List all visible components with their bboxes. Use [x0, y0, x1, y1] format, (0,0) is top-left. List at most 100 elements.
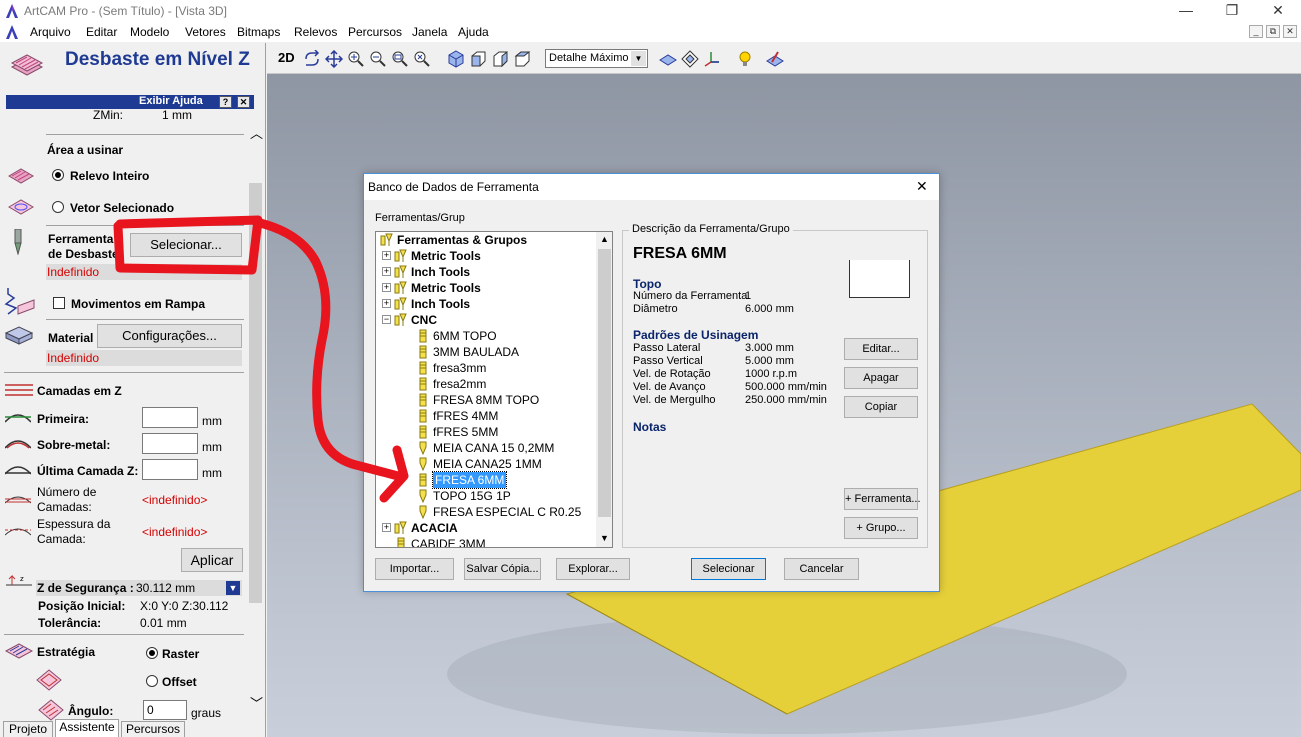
tree-row[interactable]: FRESA 6MM [376, 471, 596, 489]
select-tool-button[interactable]: Selecionar... [130, 233, 242, 257]
menu-modelo[interactable]: Modelo [130, 25, 169, 39]
tab-assistente[interactable]: Assistente [55, 719, 119, 737]
copy-tool-button[interactable]: Copiar [844, 396, 918, 418]
ramp-label[interactable]: Movimentos em Rampa [71, 297, 205, 311]
tree-scroll-down-icon[interactable]: ▼ [600, 533, 609, 543]
zoom-fit-icon[interactable] [413, 50, 431, 68]
mdi-restore-button[interactable]: ⧉ [1266, 25, 1280, 38]
tree-row[interactable]: FRESA 8MM TOPO [376, 392, 596, 408]
mdi-close-button[interactable]: ✕ [1283, 25, 1297, 38]
menu-percursos[interactable]: Percursos [348, 25, 402, 39]
material-settings-button[interactable]: Configurações... [97, 324, 242, 348]
strategy-offset-radio[interactable] [146, 675, 158, 687]
first-layer-input[interactable] [142, 407, 198, 428]
tree-row[interactable]: + Metric Tools [376, 248, 596, 264]
last-layer-input[interactable] [142, 459, 198, 480]
tree-row[interactable]: Ferramentas & Grupos [376, 232, 596, 248]
tree-row[interactable]: FRESA ESPECIAL C R0.25 [376, 504, 596, 520]
tree-row[interactable]: MEIA CANA 15 0,2MM [376, 440, 596, 456]
tree-row[interactable]: fFRES 5MM [376, 424, 596, 440]
edit-tool-button[interactable]: Editar... [844, 338, 918, 360]
menu-janela[interactable]: Janela [412, 25, 447, 39]
tree-row[interactable]: + ACACIA [376, 520, 596, 536]
menu-relevos[interactable]: Relevos [294, 25, 337, 39]
expand-icon[interactable]: + [382, 523, 391, 532]
view-2d-button[interactable]: 2D [278, 50, 295, 65]
panel-scrollbar[interactable]: ︿ ﹀ [247, 123, 264, 723]
tree-scroll-thumb[interactable] [598, 249, 611, 517]
zoom-out-icon[interactable] [369, 50, 387, 68]
expand-safe-z-icon[interactable]: ▼ [226, 581, 240, 595]
add-tool-button[interactable]: + Ferramenta... [844, 488, 921, 510]
area-whole-relief-radio[interactable] [52, 169, 64, 181]
iso-view-icon[interactable] [447, 50, 465, 68]
tree-row[interactable]: fresa3mm [376, 360, 596, 376]
tree-row[interactable]: + Metric Tools [376, 280, 596, 296]
expand-icon[interactable]: + [382, 299, 391, 308]
material-shade-icon[interactable] [766, 50, 784, 68]
wireframe-icon[interactable] [681, 50, 699, 68]
tree-row[interactable]: + Inch Tools [376, 264, 596, 280]
tab-projeto[interactable]: Projeto [3, 721, 53, 737]
zoom-window-icon[interactable] [391, 50, 409, 68]
strategy-raster-label[interactable]: Raster [162, 647, 199, 661]
cancel-button[interactable]: Cancelar [784, 558, 859, 580]
select-button[interactable]: Selecionar [691, 558, 766, 580]
help-label[interactable]: Exibir Ajuda [139, 95, 203, 107]
delete-tool-button[interactable]: Apagar [844, 367, 918, 389]
zoom-in-icon[interactable] [347, 50, 365, 68]
tree-row[interactable]: 3MM BAULADA [376, 344, 596, 360]
chevron-down-icon[interactable]: ▼ [631, 51, 646, 66]
close-window-button[interactable]: ✕ [1255, 0, 1301, 22]
help-question-button[interactable]: ? [219, 96, 232, 108]
import-button[interactable]: Importar... [375, 558, 454, 580]
tree-row[interactable]: 6MM TOPO [376, 328, 596, 344]
scroll-up-icon[interactable]: ︿ [250, 123, 263, 142]
expand-icon[interactable]: + [382, 267, 391, 276]
light-bulb-icon[interactable] [736, 50, 754, 68]
rotate-icon[interactable] [303, 50, 321, 68]
area-selected-vector-radio[interactable] [52, 201, 64, 213]
collapse-icon[interactable]: − [382, 315, 391, 324]
axes-icon[interactable] [703, 50, 721, 68]
add-group-button[interactable]: + Grupo... [844, 517, 918, 539]
menu-ajuda[interactable]: Ajuda [458, 25, 489, 39]
area-selected-vector-label[interactable]: Vetor Selecionado [70, 201, 174, 215]
maximize-button[interactable]: ❐ [1209, 0, 1255, 22]
scroll-down-icon[interactable]: ﹀ [250, 693, 263, 712]
safe-z-bar[interactable]: Z de Segurança : 30.112 mm ▼ [36, 580, 242, 596]
overmetal-input[interactable] [142, 433, 198, 454]
area-whole-relief-label[interactable]: Relevo Inteiro [70, 169, 149, 183]
help-close-button[interactable]: ✕ [237, 96, 250, 108]
menu-arquivo[interactable]: Arquivo [30, 25, 71, 39]
top-view-icon[interactable] [513, 50, 531, 68]
menu-editar[interactable]: Editar [86, 25, 117, 39]
dialog-close-button[interactable]: ✕ [916, 178, 928, 195]
tree-row[interactable]: MEIA CANA25 1MM [376, 456, 596, 472]
pan-icon[interactable] [325, 50, 343, 68]
tree-row[interactable]: fFRES 4MM [376, 408, 596, 424]
ramp-checkbox[interactable] [53, 297, 65, 309]
tree-row[interactable]: + Inch Tools [376, 296, 596, 312]
strategy-offset-label[interactable]: Offset [162, 675, 197, 689]
mdi-minimize-button[interactable]: _ [1249, 25, 1263, 38]
expand-icon[interactable]: + [382, 251, 391, 260]
tree-row[interactable]: − CNC [376, 312, 596, 328]
save-copy-button[interactable]: Salvar Cópia... [464, 558, 541, 580]
tree-scrollbar[interactable]: ▲ ▼ [596, 232, 612, 547]
document-icon[interactable] [4, 24, 20, 40]
tree-row[interactable]: CABIDE 3MM [376, 536, 596, 547]
tree-row[interactable]: fresa2mm [376, 376, 596, 392]
tab-percursos[interactable]: Percursos [121, 721, 185, 737]
strategy-raster-radio[interactable] [146, 647, 158, 659]
menu-vetores[interactable]: Vetores [185, 25, 226, 39]
detail-level-select[interactable]: Detalhe Máximo ▼ [545, 49, 648, 68]
front-view-icon[interactable] [469, 50, 487, 68]
tree-scroll-up-icon[interactable]: ▲ [600, 234, 609, 244]
tree-row[interactable]: TOPO 15G 1P [376, 488, 596, 504]
angle-input[interactable]: 0 [143, 700, 187, 720]
menu-bitmaps[interactable]: Bitmaps [237, 25, 280, 39]
minimize-button[interactable]: — [1163, 0, 1209, 22]
shade-icon[interactable] [659, 50, 677, 68]
side-view-icon[interactable] [491, 50, 509, 68]
